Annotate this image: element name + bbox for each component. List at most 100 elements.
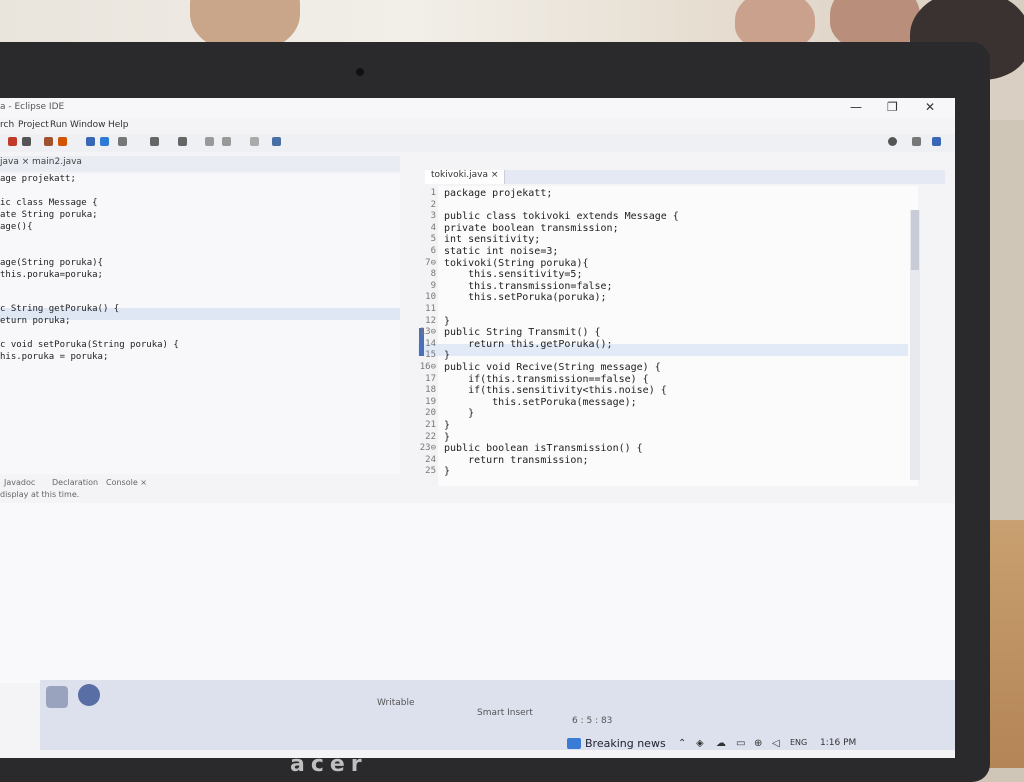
line-number: 11 xyxy=(425,304,436,314)
menu-run[interactable]: Run xyxy=(50,120,67,130)
right-editor-tabs: tokivoki.java × xyxy=(425,170,945,184)
menu-bar: rch Project Run Window Help xyxy=(0,118,955,134)
line-number: 23⊖ xyxy=(419,443,436,454)
toolbar-icon[interactable] xyxy=(58,137,67,146)
java-perspective-icon[interactable] xyxy=(932,137,941,146)
tab-main2-java[interactable]: main2.java xyxy=(32,157,82,167)
code-line: } xyxy=(444,420,451,431)
maximize-button[interactable]: ❐ xyxy=(887,100,898,114)
status-insert-mode: Smart Insert xyxy=(477,708,533,718)
code-line: c String getPoruka() { xyxy=(0,304,120,314)
code-line: this.setPoruka(poruka); xyxy=(444,292,607,304)
tab-declaration[interactable]: Declaration xyxy=(52,478,98,487)
line-number: 16⊖ xyxy=(419,362,436,372)
tray-battery-icon[interactable]: ▭ xyxy=(736,738,745,749)
status-writable: Writable xyxy=(377,698,415,708)
eclipse-taskbar-icon[interactable] xyxy=(78,684,100,706)
line-number: 1 xyxy=(430,188,436,198)
taskbar-clock[interactable]: 1:16 PM xyxy=(820,738,856,748)
code-line: eturn poruka; xyxy=(0,316,71,326)
line-number: 7⊖ xyxy=(425,257,436,268)
line-number: 14 xyxy=(425,338,436,349)
line-number: 4 xyxy=(430,222,436,233)
tray-network-icon[interactable]: ◈ xyxy=(696,738,704,749)
tab-message-java[interactable]: java × xyxy=(0,157,29,167)
status-cursor-position: 6 : 5 : 83 xyxy=(572,716,613,726)
minimize-button[interactable]: — xyxy=(850,100,862,114)
tab-console[interactable]: Console × xyxy=(106,478,147,487)
toolbar-icon[interactable] xyxy=(118,137,127,146)
line-number: 22 xyxy=(425,431,436,442)
code-line: } xyxy=(444,408,475,420)
tray-chevron-icon[interactable]: ⌃ xyxy=(678,738,686,749)
code-line: tokivoki(String poruka){ xyxy=(444,257,589,269)
line-number: 3 xyxy=(430,211,436,222)
scrollbar-thumb[interactable] xyxy=(911,210,919,270)
taskbar: Writable Smart Insert 6 : 5 : 83 Breakin… xyxy=(40,680,955,750)
menu-search[interactable]: rch xyxy=(0,120,14,130)
toolbar-icon[interactable] xyxy=(44,137,53,146)
title-bar: a - Eclipse IDE — ❐ ✕ xyxy=(0,98,955,118)
line-number: 18 xyxy=(425,385,436,396)
right-code-editor[interactable]: 1 package projekatt; 2 3 public class tokivo… xyxy=(418,186,918,486)
menu-help[interactable]: Help xyxy=(108,120,129,130)
line-number: 24 xyxy=(425,454,436,465)
toolbar-icon[interactable] xyxy=(205,137,214,146)
code-line: this.transmission=false; xyxy=(444,280,613,292)
line-number: 15 xyxy=(425,350,436,361)
tray-cloud-icon[interactable]: ☁ xyxy=(716,738,726,749)
perspective-icon[interactable] xyxy=(912,137,921,146)
code-line: this.sensitivity=5; xyxy=(444,269,583,281)
tab-tokivoki-java[interactable]: tokivoki.java × xyxy=(425,170,506,184)
code-line: if(this.transmission==false) { xyxy=(444,373,649,385)
code-line: private boolean transmission; xyxy=(444,222,619,234)
tray-language[interactable]: ENG xyxy=(790,738,807,747)
toolbar-icon[interactable] xyxy=(86,137,95,146)
toolbar-icon[interactable] xyxy=(222,137,231,146)
code-line: } xyxy=(444,466,451,478)
line-number: 2 xyxy=(430,199,436,210)
code-line: public class tokivoki extends Message { xyxy=(444,211,679,223)
code-line: his.poruka = poruka; xyxy=(0,352,109,362)
editor-scrollbar[interactable] xyxy=(910,210,920,480)
toolbar-icon[interactable] xyxy=(150,137,159,146)
code-line: } xyxy=(444,431,451,443)
eclipse-window: a - Eclipse IDE — ❐ ✕ rch Project Run Wi… xyxy=(0,98,955,758)
news-icon[interactable] xyxy=(567,738,581,749)
code-line: ic class Message { xyxy=(0,198,98,208)
code-line: if(this.sensitivity<this.noise) { xyxy=(444,385,667,397)
line-number: 5 xyxy=(430,234,436,245)
toolbar-icon[interactable] xyxy=(22,137,31,146)
toolbar-icon[interactable] xyxy=(272,137,281,146)
line-number: 8 xyxy=(430,269,436,280)
code-line: age(){ xyxy=(0,222,33,232)
menu-window[interactable]: Window xyxy=(70,120,106,130)
tray-globe-icon[interactable]: ⊕ xyxy=(754,738,762,749)
line-number: 17 xyxy=(425,373,436,384)
toolbar-icon[interactable] xyxy=(178,137,187,146)
line-number: 25 xyxy=(425,466,436,477)
toolbar xyxy=(0,134,955,152)
code-line: this.setPoruka(message); xyxy=(444,396,637,408)
tray-volume-icon[interactable]: ◁ xyxy=(772,738,780,749)
search-icon[interactable] xyxy=(888,137,897,146)
tab-javadoc[interactable]: Javadoc xyxy=(4,478,35,487)
code-line: age(String poruka){ xyxy=(0,258,103,268)
toolbar-icon[interactable] xyxy=(100,137,109,146)
code-line: public String Transmit() { xyxy=(444,327,601,339)
menu-project[interactable]: Project xyxy=(18,120,49,130)
toolbar-icon[interactable] xyxy=(250,137,259,146)
code-line: static int noise=3; xyxy=(444,246,559,257)
toolbar-icon[interactable] xyxy=(8,137,17,146)
console-area[interactable] xyxy=(0,503,955,683)
close-button[interactable]: ✕ xyxy=(925,100,935,114)
code-line: ate String poruka; xyxy=(0,210,98,220)
news-widget[interactable]: Breaking news xyxy=(585,737,666,750)
task-view-icon[interactable] xyxy=(46,686,68,708)
line-number: 6 xyxy=(430,246,436,256)
code-line: return this.getPoruka(); xyxy=(444,338,613,350)
console-message: display at this time. xyxy=(0,490,80,499)
window-title: a - Eclipse IDE xyxy=(0,102,65,112)
code-line: int sensitivity; xyxy=(444,234,541,246)
left-code-editor[interactable]: age projekatt; ic class Message { ate St… xyxy=(0,174,400,474)
